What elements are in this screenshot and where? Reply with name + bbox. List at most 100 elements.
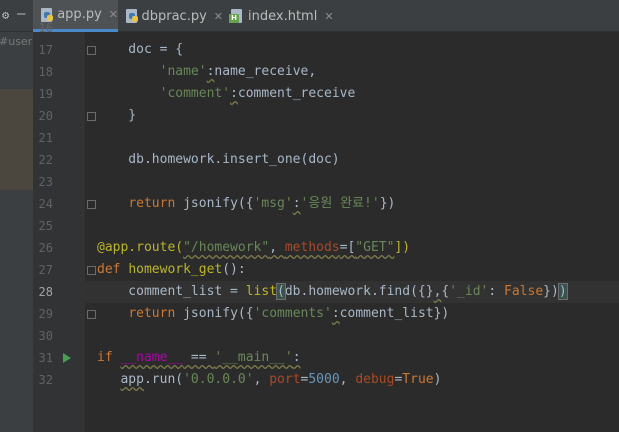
code-line[interactable]: 'comment':comment_receive <box>97 86 356 102</box>
line-number: 16 <box>38 21 53 35</box>
code-token: comment_receive <box>237 86 356 101</box>
code-token: jsonify({ <box>175 196 254 211</box>
code-token: '응원 완료!' <box>300 196 380 211</box>
code-line[interactable]: if __name__ == '__main__': <box>97 350 301 366</box>
code-line[interactable]: def homework_get(): <box>97 262 246 278</box>
fold-marker-icon[interactable] <box>87 266 96 275</box>
editor-tab-bar: ⚙ — app.py ✕ dbprac.py ✕ Hindex.html ✕ <box>0 0 619 32</box>
code-line[interactable]: return jsonify({'msg':'응원 완료!'}) <box>97 196 395 212</box>
close-icon[interactable]: ✕ <box>109 8 118 21</box>
line-number: 28 <box>38 285 53 299</box>
gear-icon[interactable]: ⚙ <box>2 8 9 22</box>
code-token: }) <box>543 284 559 299</box>
code-token: : <box>230 86 238 101</box>
code-token: ) <box>433 372 442 387</box>
code-line[interactable]: 'name':name_receive, <box>97 64 317 80</box>
code-token: __name__ <box>120 350 184 365</box>
tool-window-controls: ⚙ — <box>0 0 33 32</box>
line-number: 18 <box>38 65 53 79</box>
code-token: debug <box>355 372 395 387</box>
code-line[interactable]: return jsonify({'comments':comment_list}… <box>97 306 449 322</box>
code-token: =[ <box>339 240 356 255</box>
tab-dbprac-py[interactable]: dbprac.py ✕ <box>118 0 223 32</box>
code-token: doc = { <box>97 42 184 57</box>
minimize-icon[interactable]: — <box>17 6 25 22</box>
code-token: 'msg' <box>253 196 293 211</box>
code-token: return <box>128 196 176 211</box>
project-panel[interactable]: #user <box>0 32 33 432</box>
line-number: 32 <box>38 373 53 387</box>
code-token: comment_list = <box>97 284 246 299</box>
close-icon[interactable]: ✕ <box>324 10 333 23</box>
code-token: '_id' <box>449 284 489 299</box>
code-token: ( <box>276 283 286 300</box>
code-token: app <box>120 372 144 387</box>
line-number: 21 <box>38 131 53 145</box>
code-token: (): <box>222 262 246 277</box>
line-number: 30 <box>38 329 53 343</box>
line-number: 27 <box>38 263 53 277</box>
code-token: : <box>292 350 301 365</box>
code-token: 'comments' <box>253 306 332 321</box>
code-line[interactable]: doc = { <box>97 42 183 58</box>
code-line[interactable]: comment_list = list(db.homework.find({},… <box>97 283 568 300</box>
code-token: 5000 <box>308 372 340 387</box>
code-token: , <box>253 372 270 387</box>
code-token: : <box>331 306 340 321</box>
project-selection-highlight <box>0 89 33 190</box>
code-line[interactable]: } <box>97 108 136 124</box>
code-token: } <box>97 108 137 123</box>
code-token: '__main__' <box>214 350 293 365</box>
close-icon[interactable]: ✕ <box>214 10 223 23</box>
code-token: }) <box>379 196 396 211</box>
fold-marker-icon[interactable] <box>87 46 96 55</box>
code-token: 'comment' <box>159 86 231 101</box>
code-token: comment_list}) <box>339 306 450 321</box>
code-token: list <box>245 284 278 299</box>
code-token: name_receive, <box>214 64 317 79</box>
code-token: '0.0.0.0' <box>183 372 254 387</box>
fold-marker-icon[interactable] <box>87 112 96 121</box>
code-token: ) <box>557 283 568 300</box>
line-number: 22 <box>38 153 53 167</box>
tab-index-html[interactable]: Hindex.html ✕ <box>223 0 334 32</box>
python-file-icon <box>124 8 138 24</box>
line-number: 29 <box>38 307 53 321</box>
line-number: 26 <box>38 241 53 255</box>
code-token: .run( <box>143 372 184 387</box>
code-token: "/homework" <box>183 240 270 255</box>
line-number: 19 <box>38 87 53 101</box>
code-token: "GET" <box>355 240 395 255</box>
tab-label: index.html <box>248 8 318 24</box>
html-file-icon: H <box>229 8 245 24</box>
fold-marker-icon[interactable] <box>87 200 96 209</box>
code-line[interactable]: db.homework.insert_one(doc) <box>97 152 339 168</box>
code-token: return <box>128 306 176 321</box>
code-line[interactable]: app.run('0.0.0.0', port=5000, debug=True… <box>97 372 441 388</box>
code-token: , <box>269 240 285 255</box>
project-path-text: #user <box>0 35 33 48</box>
code-token: True <box>402 372 434 387</box>
line-number: 24 <box>38 197 53 211</box>
code-token: jsonify({ <box>175 306 254 321</box>
line-number: 17 <box>38 43 53 57</box>
code-token: homework_get <box>128 262 223 277</box>
code-line[interactable]: @app.route("/homework", methods=["GET"]) <box>97 240 410 256</box>
code-token: == <box>183 350 215 365</box>
code-token: False <box>504 284 544 299</box>
tab-label: app.py <box>57 7 102 22</box>
code-token: ]) <box>394 240 411 255</box>
run-icon[interactable] <box>63 353 71 363</box>
code-token: port <box>269 372 301 387</box>
fold-marker-icon[interactable] <box>87 310 96 319</box>
code-token: 'name' <box>159 64 207 79</box>
line-number: 20 <box>38 109 53 123</box>
line-number: 25 <box>38 219 53 233</box>
code-token: , <box>339 372 356 387</box>
code-token: @app.route( <box>97 240 184 255</box>
